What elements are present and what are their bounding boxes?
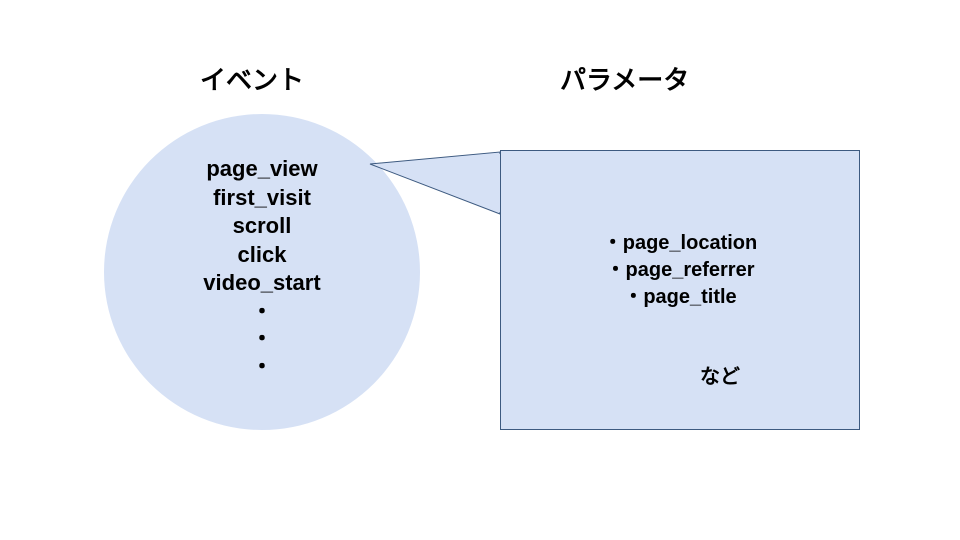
events-heading: イベント: [200, 60, 304, 97]
parameter-item: ・page_location: [500, 230, 860, 257]
parameters-heading: パラメータ: [560, 60, 689, 97]
parameter-item: ・page_referrer: [500, 257, 860, 284]
callout-pointer-shape: [370, 150, 510, 250]
parameters-suffix: など: [700, 360, 740, 389]
event-item: video_start: [104, 269, 420, 298]
event-ellipsis: ・ ・ ・: [104, 298, 420, 381]
parameter-item: ・page_title: [500, 284, 860, 311]
parameters-list: ・page_location ・page_referrer ・page_titl…: [500, 230, 860, 311]
